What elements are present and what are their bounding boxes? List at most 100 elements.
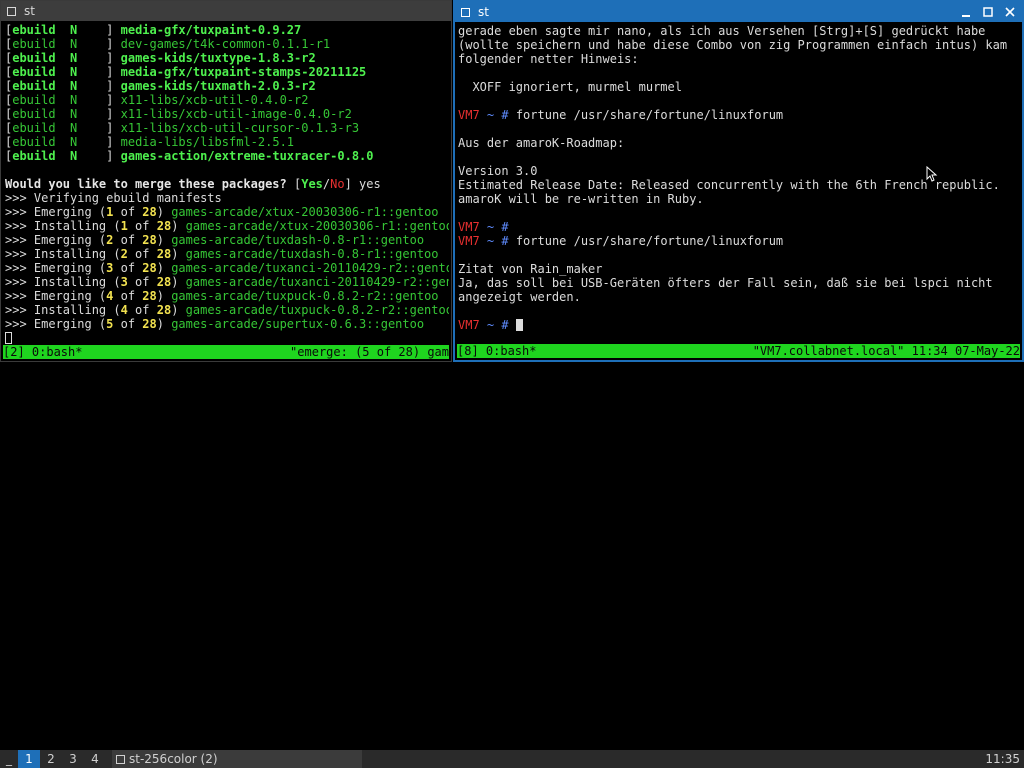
window-title: st — [478, 5, 489, 19]
terminal-text: of — [113, 233, 143, 247]
maximize-button[interactable] — [982, 6, 994, 18]
taskbar-task-st[interactable]: st-256color (2) — [112, 750, 362, 768]
terminal-text: ] — [77, 93, 121, 107]
terminal-text: Aus der amaroK-Roadmap: — [458, 136, 625, 150]
terminal-text: games-arcade/supertux-0.6.3::gentoo — [171, 317, 425, 331]
terminal-text: ] — [77, 107, 121, 121]
terminal-line: VM7 ~ # — [458, 318, 1020, 332]
terminal-line: VM7 ~ # fortune /usr/share/fortune/linux… — [458, 234, 1020, 248]
terminal-line: [ebuild N ] dev-games/t4k-common-0.1.1-r… — [5, 37, 449, 51]
text-cursor — [515, 319, 523, 331]
terminal-text: Yes — [301, 177, 323, 191]
terminal-text: 28 — [142, 233, 157, 247]
layout-indicator[interactable]: _ — [0, 750, 18, 768]
terminal-line: Aus der amaroK-Roadmap: — [458, 136, 1020, 150]
terminal-text: games-arcade/xtux-20030306-r1::gentoo — [185, 219, 449, 233]
terminal-text: of — [113, 261, 143, 275]
terminal-text: games-arcade/tuxpuck-0.8.2-r2::gentoo — [171, 289, 439, 303]
terminal-text: gerade eben sagte mir nano, als ich aus … — [458, 24, 986, 38]
workspace-tag-3[interactable]: 3 — [62, 750, 84, 768]
window-titlebar-left[interactable]: st — [1, 1, 451, 21]
terminal-text: ] — [77, 121, 121, 135]
terminal-text: ebuild — [12, 65, 71, 79]
terminal-text: ~ — [479, 234, 502, 248]
terminal-text: ) — [156, 205, 172, 219]
terminal-text: of — [127, 247, 157, 261]
terminal-text: 28 — [142, 317, 157, 331]
terminal-text: of — [113, 317, 143, 331]
terminal-text: ebuild — [12, 135, 71, 149]
status-left-text: [8] 0:bash* — [457, 344, 537, 358]
terminal-text: >>> Emerging ( — [5, 233, 107, 247]
window-icon — [116, 754, 125, 764]
terminal-text: >>> Emerging ( — [5, 289, 107, 303]
terminal-text: games-kids/tuxtype-1.8.3-r2 — [120, 51, 316, 65]
clock: 11:35 — [985, 752, 1020, 766]
terminal-line: [ebuild N ] x11-libs/xcb-util-cursor-0.1… — [5, 121, 449, 135]
terminal-line: angezeigt werden. — [458, 290, 1020, 304]
workspace-tag-2[interactable]: 2 — [40, 750, 62, 768]
tmux-status-bar-right: [8] 0:bash* "VM7.collabnet.local" 11:34 … — [457, 344, 1020, 358]
terminal-line: [ebuild N ] x11-libs/xcb-util-0.4.0-r2 — [5, 93, 449, 107]
terminal-text: 28 — [142, 289, 157, 303]
terminal-window-right[interactable]: st gerade eben sagte mir nano, als ich a… — [453, 0, 1024, 362]
window-titlebar-right[interactable]: st — [455, 2, 1022, 22]
terminal-text: ] — [77, 37, 121, 51]
terminal-text: # — [501, 220, 516, 234]
window-icon — [461, 7, 470, 17]
terminal-line: >>> Installing (2 of 28) games-arcade/tu… — [5, 247, 449, 261]
taskbar: _ 1 2 3 4 st-256color (2) 11:35 — [0, 750, 1024, 768]
terminal-line: >>> Verifying ebuild manifests — [5, 191, 449, 205]
terminal-window-left[interactable]: st [ebuild N ] media-gfx/tuxpaint-0.9.27… — [0, 0, 452, 362]
terminal-text: ebuild — [12, 107, 71, 121]
terminal-text: of — [113, 289, 143, 303]
workspace-tag-1[interactable]: 1 — [18, 750, 40, 768]
status-right-text: "emerge: (5 of 28) gam — [290, 345, 449, 359]
terminal-line: gerade eben sagte mir nano, als ich aus … — [458, 24, 1020, 38]
terminal-text: games-arcade/tuxdash-0.8-r1::gentoo — [185, 247, 439, 261]
terminal-text: 28 — [156, 219, 172, 233]
terminal-text: Estimated Release Date: Released concurr… — [458, 178, 1000, 192]
maximize-icon — [983, 7, 993, 17]
terminal-text: games-action/extreme-tuxracer-0.8.0 — [120, 149, 374, 163]
terminal-text: ] — [77, 79, 121, 93]
terminal-line: >>> Installing (4 of 28) games-arcade/tu… — [5, 303, 449, 317]
status-left-text: [2] 0:bash* — [3, 345, 83, 359]
terminal-text: ] — [77, 23, 121, 37]
terminal-text: VM7 — [458, 234, 480, 248]
terminal-text: fortune /usr/share/fortune/linuxforum — [515, 108, 784, 122]
terminal-line: [ebuild N ] media-gfx/tuxpaint-stamps-20… — [5, 65, 449, 79]
terminal-text: media-gfx/tuxpaint-0.9.27 — [120, 23, 302, 37]
terminal-text: games-arcade/tuxdash-0.8-r1::gentoo — [171, 233, 425, 247]
close-icon — [1005, 7, 1015, 17]
terminal-text: of — [113, 205, 143, 219]
workspace-tag-4[interactable]: 4 — [84, 750, 106, 768]
terminal-text: ] — [77, 149, 121, 163]
minimize-button[interactable] — [960, 6, 972, 18]
terminal-line — [5, 331, 449, 345]
minimize-icon — [962, 15, 970, 17]
terminal-text: ~ — [479, 108, 502, 122]
terminal-text: ) — [171, 303, 186, 317]
close-button[interactable] — [1004, 6, 1016, 18]
terminal-text: 28 — [156, 247, 172, 261]
terminal-text: 28 — [142, 205, 157, 219]
terminal-text: >>> Emerging ( — [5, 261, 107, 275]
terminal-output-left[interactable]: [ebuild N ] media-gfx/tuxpaint-0.9.27 [eb… — [5, 23, 449, 345]
terminal-text: VM7 — [458, 220, 480, 234]
terminal-line: [ebuild N ] media-gfx/tuxpaint-0.9.27 — [5, 23, 449, 37]
terminal-line: [ebuild N ] games-kids/tuxtype-1.8.3-r2 — [5, 51, 449, 65]
terminal-text: games-arcade/tuxpuck-0.8.2-r2::gentoo — [185, 303, 449, 317]
terminal-text: ebuild — [12, 93, 71, 107]
terminal-line: >>> Emerging (1 of 28) games-arcade/xtux… — [5, 205, 449, 219]
terminal-line: [ebuild N ] games-kids/tuxmath-2.0.3-r2 — [5, 79, 449, 93]
terminal-line: >>> Emerging (2 of 28) games-arcade/tuxd… — [5, 233, 449, 247]
terminal-line: >>> Emerging (4 of 28) games-arcade/tuxp… — [5, 289, 449, 303]
terminal-text: amaroK will be re-written in Ruby. — [458, 192, 704, 206]
terminal-text: of — [127, 275, 157, 289]
